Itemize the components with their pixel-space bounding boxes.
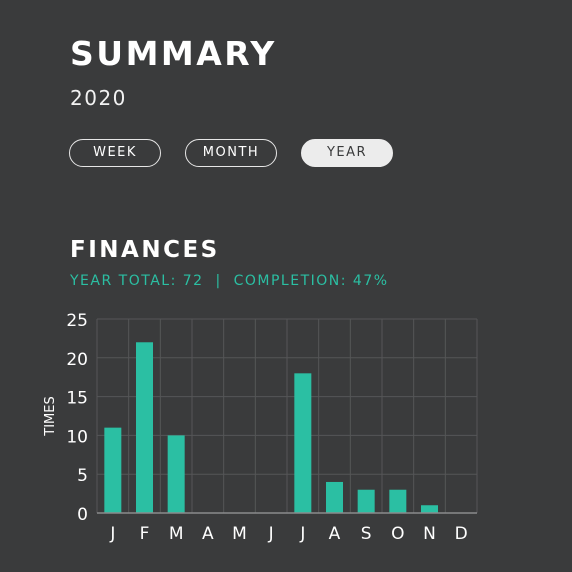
y-tick-label: 15 [66,389,88,409]
x-tick-label: A [202,524,214,544]
chart-bar [167,435,185,513]
chart-bar [326,481,343,513]
y-axis-label: TIMES [43,396,58,436]
chart-bar [421,505,438,513]
chart-bar [357,489,375,513]
x-tick-label: M [232,524,247,544]
x-tick-label: N [423,524,436,544]
chart-axes: 0510152025J F M A M J J A S O N D [66,311,477,544]
completion-label: COMPLETION: [233,273,347,289]
x-tick-label: J [109,524,115,544]
chart-bar [136,342,153,513]
section-title: FINANCES [70,237,220,263]
x-tick-label: D [455,524,468,544]
chart-bars [104,342,438,513]
x-tick-label: F [140,524,150,544]
chart-bar [389,489,407,513]
tab-month[interactable]: MONTH [185,139,277,167]
x-tick-label: J [268,524,274,544]
chart-bar [104,427,122,513]
y-tick-label: 10 [66,427,88,447]
chart-grid [96,318,478,513]
y-tick-label: 20 [66,350,88,370]
page-year: 2020 [70,86,127,110]
x-tick-label: A [329,524,341,544]
tab-year[interactable]: YEAR [301,139,393,167]
x-tick-label: S [361,524,372,544]
section-stats: YEAR TOTAL: 72 | COMPLETION: 47% [70,272,389,290]
y-tick-label: 5 [77,466,88,486]
completion-value: 47% [352,273,389,289]
x-tick-label: J [299,524,305,544]
stats-separator: | [215,273,222,289]
y-tick-label: 25 [66,311,88,331]
year-total-label: YEAR TOTAL: [70,273,177,289]
year-total-value: 72 [182,273,204,289]
x-tick-label: M [169,524,184,544]
x-tick-label: O [391,524,404,544]
tab-week[interactable]: WEEK [69,139,161,167]
chart-bar [294,373,312,513]
page-title: SUMMARY [70,34,277,73]
y-tick-label: 0 [77,505,88,525]
finances-chart: 0510152025J F M A M J J A S O N D TIMES [43,311,478,544]
